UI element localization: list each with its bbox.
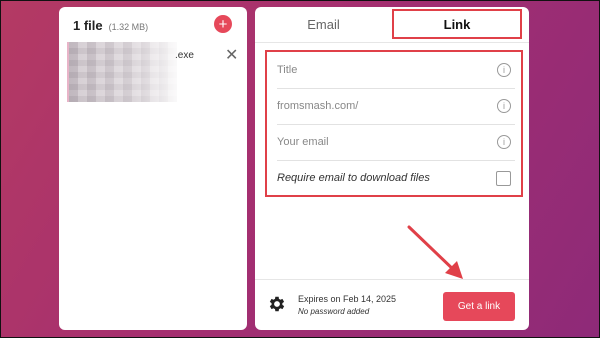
transfer-panel: Email Link Title i fromsmash.com/ i Your…: [255, 7, 529, 330]
require-email-checkbox[interactable]: [496, 171, 511, 186]
gear-icon[interactable]: [267, 294, 287, 314]
require-email-label: Require email to download files: [277, 172, 430, 184]
files-count: 1 file: [73, 18, 103, 33]
require-email-row[interactable]: Require email to download files: [277, 160, 515, 196]
add-file-button[interactable]: +: [214, 15, 232, 33]
url-input[interactable]: fromsmash.com/: [277, 100, 358, 112]
footer: Expires on Feb 14, 2025 No password adde…: [255, 279, 529, 331]
info-icon[interactable]: i: [497, 135, 511, 149]
password-status: No password added: [298, 307, 370, 316]
info-icon[interactable]: i: [497, 99, 511, 113]
info-icon[interactable]: i: [497, 63, 511, 77]
plus-icon: +: [218, 15, 228, 33]
title-input[interactable]: Title: [277, 64, 297, 76]
tab-email[interactable]: Email: [255, 7, 392, 42]
remove-file-icon[interactable]: ✕: [225, 45, 238, 65]
tab-link[interactable]: Link: [392, 9, 522, 39]
url-field[interactable]: fromsmash.com/ i: [277, 88, 515, 125]
files-header: 1 file (1.32 MB): [73, 18, 148, 33]
email-field[interactable]: Your email i: [277, 124, 515, 161]
expiry-date: Expires on Feb 14, 2025: [298, 294, 397, 304]
file-name: .exe: [175, 50, 194, 61]
file-item: .exe ✕: [67, 42, 239, 102]
tab-bar: Email Link: [255, 7, 529, 43]
annotation-arrow-icon: [407, 225, 463, 279]
email-input[interactable]: Your email: [277, 136, 329, 148]
file-thumbnail-blurred: [67, 42, 177, 102]
get-link-button[interactable]: Get a link: [443, 292, 515, 321]
files-panel: 1 file (1.32 MB) + .exe ✕: [59, 7, 247, 330]
link-form: Title i fromsmash.com/ i Your email i Re…: [265, 50, 523, 197]
expiry-info: Expires on Feb 14, 2025 No password adde…: [298, 294, 396, 316]
title-field[interactable]: Title i: [277, 52, 515, 89]
files-size: (1.32 MB): [108, 22, 149, 32]
